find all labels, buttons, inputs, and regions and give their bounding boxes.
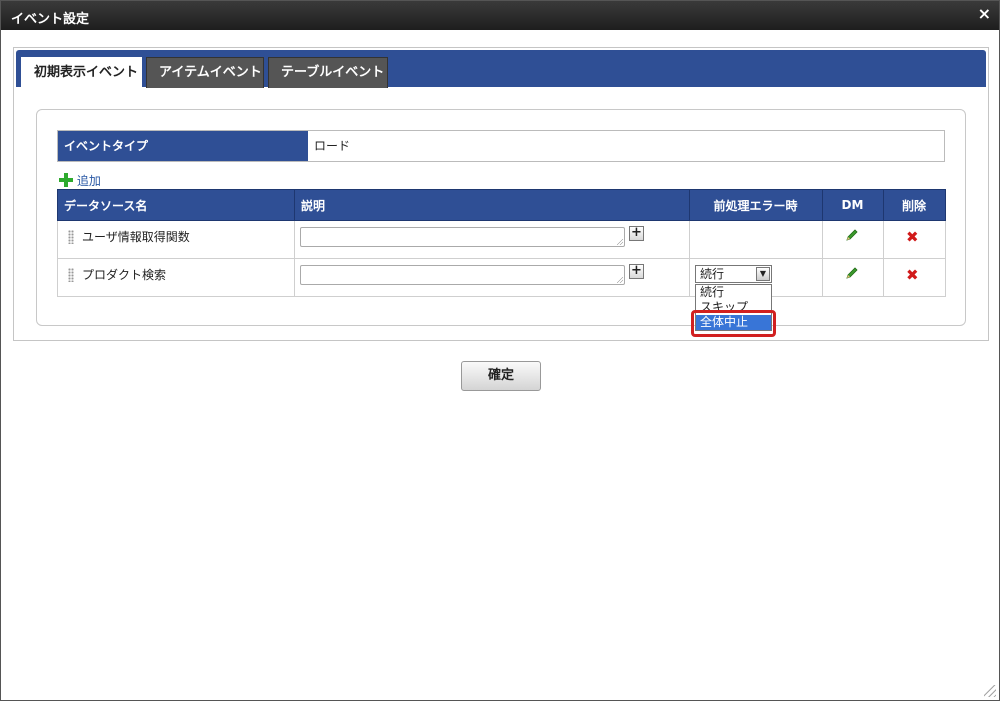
datasource-name: プロダクト検索: [82, 268, 167, 282]
cell-description: +: [294, 258, 690, 297]
header-datasource-name: データソース名: [57, 189, 295, 221]
drag-handle-icon[interactable]: [68, 230, 74, 244]
add-icon: [59, 173, 73, 187]
event-panel: 初期表示イベント アイテムイベント テーブルイベント イベントタイプ ロード 追…: [13, 47, 989, 341]
datasource-name: ユーザ情報取得関数: [82, 230, 190, 244]
header-description: 説明: [294, 189, 690, 221]
description-textarea[interactable]: [300, 227, 625, 247]
cell-dm: [822, 258, 884, 297]
event-settings-dialog: イベント設定 × 初期表示イベント アイテムイベント テーブルイベント イベント…: [0, 0, 1000, 701]
error-action-select[interactable]: 続行 ▼: [695, 265, 772, 283]
expand-button[interactable]: +: [629, 264, 644, 279]
close-icon[interactable]: ×: [978, 6, 991, 22]
tab-initial-display-event[interactable]: 初期表示イベント: [21, 57, 142, 89]
resize-handle-icon[interactable]: [984, 685, 996, 697]
event-type-label: イベントタイプ: [58, 131, 308, 161]
pencil-icon[interactable]: [845, 228, 859, 242]
option-skip[interactable]: スキップ: [696, 300, 771, 315]
event-type-row: イベントタイプ ロード: [57, 130, 945, 162]
chevron-down-icon[interactable]: ▼: [756, 267, 770, 281]
drag-handle-icon[interactable]: [68, 268, 74, 282]
datasource-table: データソース名 説明 前処理エラー時 DM 削除 ユーザ情報取得関数 + ✖ プ…: [57, 189, 946, 297]
delete-icon[interactable]: ✖: [906, 228, 919, 246]
delete-icon[interactable]: ✖: [906, 266, 919, 284]
error-action-value: 続行: [700, 267, 725, 281]
header-error-action: 前処理エラー時: [689, 189, 823, 221]
cell-datasource-name: プロダクト検索: [57, 258, 295, 297]
add-link[interactable]: 追加: [59, 172, 101, 189]
table-row: ユーザ情報取得関数 + ✖: [57, 220, 946, 259]
description-textarea[interactable]: [300, 265, 625, 285]
confirm-button[interactable]: 確定: [461, 361, 541, 391]
tab-table-event[interactable]: テーブルイベント: [268, 57, 388, 88]
cell-datasource-name: ユーザ情報取得関数: [57, 220, 295, 259]
cell-error-action: [689, 220, 823, 259]
header-dm: DM: [822, 189, 884, 221]
table-row: プロダクト検索 + 続行 ▼ ✖: [57, 258, 946, 297]
table-header-row: データソース名 説明 前処理エラー時 DM 削除: [57, 189, 946, 221]
cell-dm: [822, 220, 884, 259]
dialog-title: イベント設定: [11, 12, 90, 27]
event-type-value: ロード: [314, 139, 351, 153]
tab-item-event[interactable]: アイテムイベント: [146, 57, 264, 88]
tab-bar: 初期表示イベント アイテムイベント テーブルイベント: [16, 50, 986, 89]
cell-description: +: [294, 220, 690, 259]
cell-delete: ✖: [883, 220, 946, 259]
add-link-label: 追加: [76, 174, 101, 188]
dialog-titlebar[interactable]: イベント設定 ×: [1, 1, 999, 30]
option-continue[interactable]: 続行: [696, 285, 771, 300]
expand-button[interactable]: +: [629, 226, 644, 241]
event-content-box: イベントタイプ ロード 追加 データソース名 説明 前処理エラー時 DM 削除 …: [36, 109, 966, 326]
cell-delete: ✖: [883, 258, 946, 297]
header-delete: 削除: [883, 189, 946, 221]
pencil-icon[interactable]: [845, 266, 859, 280]
error-action-dropdown: 続行 スキップ 全体中止: [695, 284, 772, 331]
option-abort-all[interactable]: 全体中止: [696, 315, 771, 330]
